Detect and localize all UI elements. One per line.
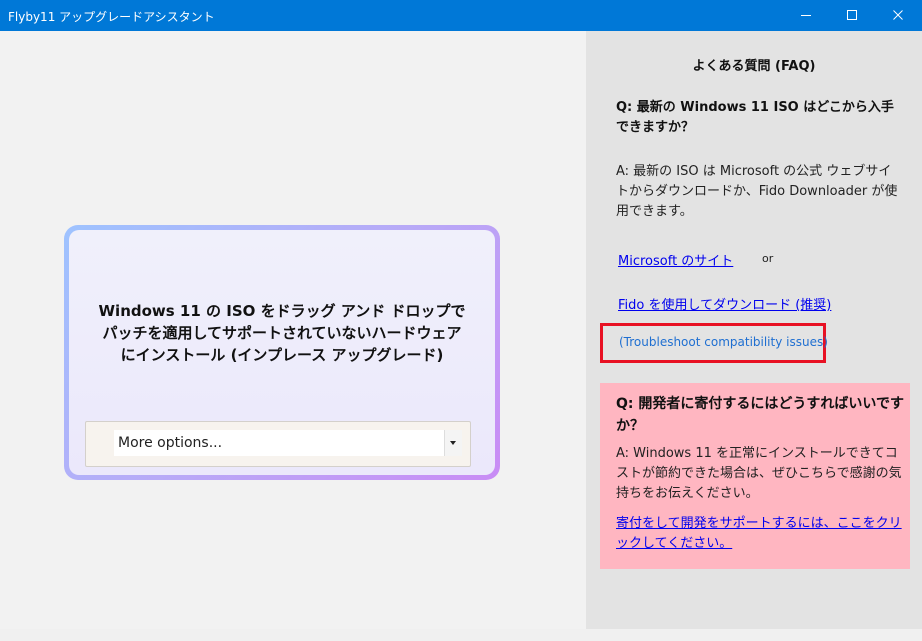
close-button[interactable] <box>876 0 922 31</box>
status-strip <box>0 629 922 641</box>
faq-pane: よくある質問 (FAQ) Q: 最新の Windows 11 ISO はどこから… <box>586 31 922 629</box>
drop-instructions: Windows 11 の ISO をドラッグ アンド ドロップで パッチを適用し… <box>69 300 495 366</box>
fido-download-link[interactable]: Fido を使用してダウンロード (推奨) <box>618 294 831 313</box>
minimize-button[interactable] <box>784 0 830 31</box>
microsoft-site-link[interactable]: Microsoft のサイト <box>618 250 733 269</box>
main-pane: Windows 11 の ISO をドラッグ アンド ドロップで パッチを適用し… <box>0 31 586 629</box>
drop-instructions-line: Windows 11 の ISO をドラッグ アンド ドロップで <box>98 302 466 320</box>
drop-instructions-line: にインストール (インプレース アップグレード) <box>120 346 444 364</box>
troubleshoot-link[interactable]: (Troubleshoot compatibility issues) <box>619 335 828 349</box>
title-bar[interactable]: Flyby11 アップグレードアシスタント <box>0 0 922 31</box>
maximize-button[interactable] <box>830 0 876 31</box>
drop-instructions-line: パッチを適用してサポートされていないハードウェア <box>102 324 462 342</box>
minimize-icon <box>801 15 811 16</box>
donate-panel: Q: 開発者に寄付するにはどうすればいいですか？ A: Windows 11 を… <box>600 383 910 569</box>
donate-question: Q: 開発者に寄付するにはどうすればいいですか？ <box>616 396 904 434</box>
iso-drop-zone[interactable]: Windows 11 の ISO をドラッグ アンド ドロップで パッチを適用し… <box>69 230 495 475</box>
faq-question-iso: Q: 最新の Windows 11 ISO はどこから入手できますか？ <box>616 100 894 135</box>
window-title: Flyby11 アップグレードアシスタント <box>8 10 215 24</box>
dropdown-arrow-button[interactable] <box>444 430 462 456</box>
maximize-icon <box>847 10 857 20</box>
faq-title: よくある質問 (FAQ) <box>692 59 816 74</box>
client-area: Windows 11 の ISO をドラッグ アンド ドロップで パッチを適用し… <box>0 31 922 641</box>
donate-link[interactable]: 寄付をして開発をサポートするには、ここをクリックしてください。 <box>616 514 906 554</box>
app-window: Flyby11 アップグレードアシスタント Windows 11 の ISO を… <box>0 0 922 641</box>
close-icon <box>893 10 903 20</box>
options-panel: More options... <box>85 421 471 467</box>
donate-answer: A: Windows 11 を正常にインストールできてコストが節約できた場合は、… <box>616 446 902 501</box>
troubleshoot-highlight: (Troubleshoot compatibility issues) <box>600 323 828 363</box>
or-label: or <box>762 252 774 265</box>
faq-answer-iso: A: 最新の ISO は Microsoft の公式 ウェブサイトからダウンロー… <box>616 164 898 219</box>
chevron-down-icon <box>450 441 456 445</box>
more-options-dropdown[interactable]: More options... <box>114 430 446 456</box>
